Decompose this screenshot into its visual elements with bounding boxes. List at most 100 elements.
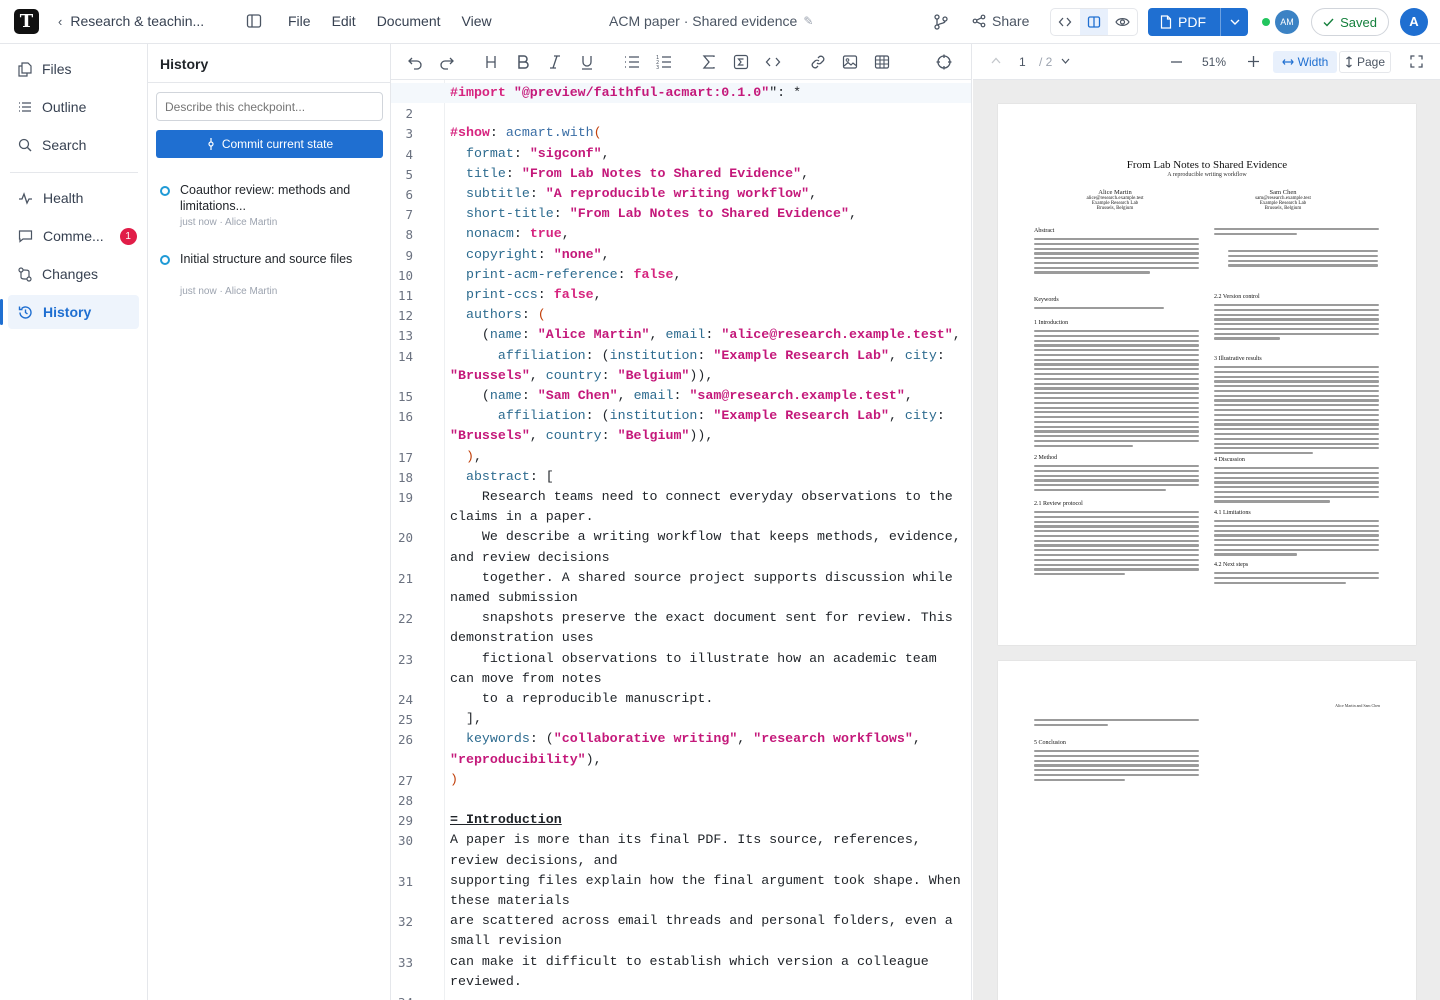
code-icon[interactable] — [765, 54, 781, 70]
code-line[interactable]: abstract: [ — [450, 467, 968, 487]
code-line[interactable]: keywords: ("collaborative writing", "res… — [450, 729, 968, 769]
underline-icon[interactable] — [579, 54, 595, 70]
code-token: ( — [450, 388, 490, 403]
image-icon[interactable] — [842, 54, 858, 70]
code-line[interactable]: snapshots preserve the exact document se… — [450, 608, 968, 648]
code-line[interactable]: nonacm: true, — [450, 224, 968, 244]
fit-page-button[interactable]: Page — [1339, 51, 1391, 73]
code-line[interactable]: affiliation: (institution: "Example Rese… — [450, 346, 968, 386]
history-entry-title[interactable]: Coauthor review: methods and limitations… — [180, 182, 380, 214]
code-line[interactable]: title: "From Lab Notes to Shared Evidenc… — [450, 164, 968, 184]
saved-status[interactable]: Saved — [1311, 8, 1389, 36]
pdf-dropdown-button[interactable] — [1220, 8, 1248, 36]
collaborator-avatar[interactable]: AM — [1275, 10, 1299, 34]
code-token: , — [705, 367, 714, 383]
nav-health[interactable]: Health — [0, 181, 147, 215]
target-icon[interactable] — [936, 54, 952, 70]
share-button[interactable]: Share — [972, 13, 1029, 29]
limitations-text — [1214, 520, 1379, 558]
table-icon[interactable] — [874, 54, 890, 70]
code-line[interactable]: ], — [450, 709, 968, 729]
code-view-button[interactable] — [1051, 9, 1080, 35]
nav-history[interactable]: History — [0, 295, 139, 329]
code-line[interactable]: together. A shared source project suppor… — [450, 568, 968, 608]
branch-icon[interactable] — [932, 13, 950, 31]
italic-icon[interactable] — [547, 54, 563, 70]
breadcrumb-project[interactable]: Research & teachin... — [70, 13, 204, 29]
preview-view-button[interactable] — [1108, 9, 1137, 35]
chevron-left-icon[interactable]: ‹ — [58, 14, 62, 29]
line-number: 4 — [405, 146, 413, 162]
code-token: We describe a writing workflow that keep… — [450, 529, 969, 565]
heading-icon[interactable] — [483, 54, 499, 70]
code-token: "reproducibility" — [450, 751, 586, 767]
equation-block-icon[interactable] — [733, 54, 749, 70]
code-line[interactable]: A paper is more than its final PDF. Its … — [450, 830, 968, 870]
bullet-list-icon[interactable] — [624, 54, 640, 70]
pencil-icon[interactable]: ✎ — [803, 14, 813, 28]
code-line[interactable]: are scattered across email threads and p… — [450, 911, 968, 951]
zoom-in-icon[interactable] — [1248, 56, 1259, 67]
code-line[interactable]: #import "@preview/faithful-acmart:0.1.0"… — [450, 83, 968, 103]
menu-document[interactable]: Document — [377, 13, 441, 29]
user-avatar[interactable]: A — [1400, 8, 1428, 36]
nav-comments[interactable]: Comme... 1 — [0, 219, 147, 253]
code-line[interactable]: affiliation: (institution: "Example Rese… — [450, 406, 968, 446]
pdf-main[interactable]: PDF — [1148, 14, 1220, 30]
export-pdf-button[interactable]: PDF — [1148, 8, 1248, 36]
chevron-down-icon[interactable] — [1061, 58, 1070, 64]
code-line[interactable]: #show: acmart.with( — [450, 123, 968, 143]
chevron-up-icon[interactable] — [991, 57, 1001, 64]
code-line[interactable]: copyright: "none", — [450, 245, 968, 265]
code-line[interactable]: ) — [450, 770, 968, 790]
zoom-out-icon[interactable] — [1171, 61, 1182, 63]
code-line[interactable]: to a reproducible manuscript. — [450, 689, 968, 709]
nav-outline[interactable]: Outline — [0, 90, 147, 124]
code-line[interactable]: Research teams need to connect everyday … — [450, 487, 968, 527]
fullscreen-icon[interactable] — [1410, 55, 1423, 68]
code-line[interactable]: We describe a writing workflow that keep… — [450, 527, 968, 567]
code-line[interactable]: authors: ( — [450, 305, 968, 325]
code-line[interactable]: subtitle: "A reproducible writing workfl… — [450, 184, 968, 204]
code-line[interactable]: = Introduction — [450, 810, 968, 830]
menu-view[interactable]: View — [462, 13, 492, 29]
sidebar-toggle-icon[interactable] — [246, 13, 262, 29]
document-title-text[interactable]: ACM paper · Shared evidence — [609, 13, 797, 29]
redo-icon[interactable] — [439, 54, 455, 70]
fit-width-button[interactable]: Width — [1273, 51, 1337, 73]
code-line[interactable]: supporting files explain how the final a… — [450, 871, 968, 911]
numbered-list-icon[interactable]: 123 — [656, 54, 672, 70]
code-line[interactable]: (name: "Alice Martin", email: "alice@res… — [450, 325, 968, 345]
commit-button[interactable]: Commit current state — [156, 130, 383, 158]
sigma-icon[interactable] — [701, 54, 717, 70]
zoom-level[interactable]: 51% — [1202, 55, 1226, 69]
bold-icon[interactable] — [515, 54, 531, 70]
link-icon[interactable] — [810, 54, 826, 70]
page-number-input[interactable]: 1 — [1019, 55, 1026, 69]
code-line[interactable]: (name: "Sam Chen", email: "sam@research.… — [450, 386, 968, 406]
undo-icon[interactable] — [407, 54, 423, 70]
history-entry-title[interactable]: Initial structure and source files — [180, 251, 380, 267]
code-line[interactable]: print-acm-reference: false, — [450, 265, 968, 285]
code-token: : ( — [585, 408, 610, 424]
line-number: 24 — [397, 692, 413, 707]
code-line[interactable]: format: "sigconf", — [450, 144, 968, 164]
nav-search[interactable]: Search — [0, 128, 147, 162]
checkpoint-description-input[interactable] — [156, 92, 383, 121]
code-token: email — [665, 327, 706, 343]
split-view-button[interactable] — [1079, 9, 1109, 35]
code-line[interactable]: fictional observations to illustrate how… — [450, 649, 968, 689]
app-logo[interactable]: T — [14, 9, 39, 34]
code-area[interactable]: #import "@preview/faithful-acmart:0.1.0"… — [445, 80, 971, 1000]
code-line[interactable]: ), — [450, 447, 968, 467]
document-title[interactable]: ACM paper · Shared evidence ✎ — [609, 13, 813, 29]
code-token: are scattered across email threads and p… — [450, 913, 961, 949]
code-line[interactable]: can make it difficult to establish which… — [450, 952, 968, 992]
nav-changes[interactable]: Changes — [0, 257, 147, 291]
menu-edit[interactable]: Edit — [332, 13, 356, 29]
nav-files[interactable]: Files — [0, 52, 147, 86]
menu-file[interactable]: File — [288, 13, 311, 29]
code-line[interactable]: print-ccs: false, — [450, 285, 968, 305]
code-line[interactable]: short-title: "From Lab Notes to Shared E… — [450, 204, 968, 224]
breadcrumb[interactable]: ‹ Research & teachin... — [58, 13, 204, 29]
